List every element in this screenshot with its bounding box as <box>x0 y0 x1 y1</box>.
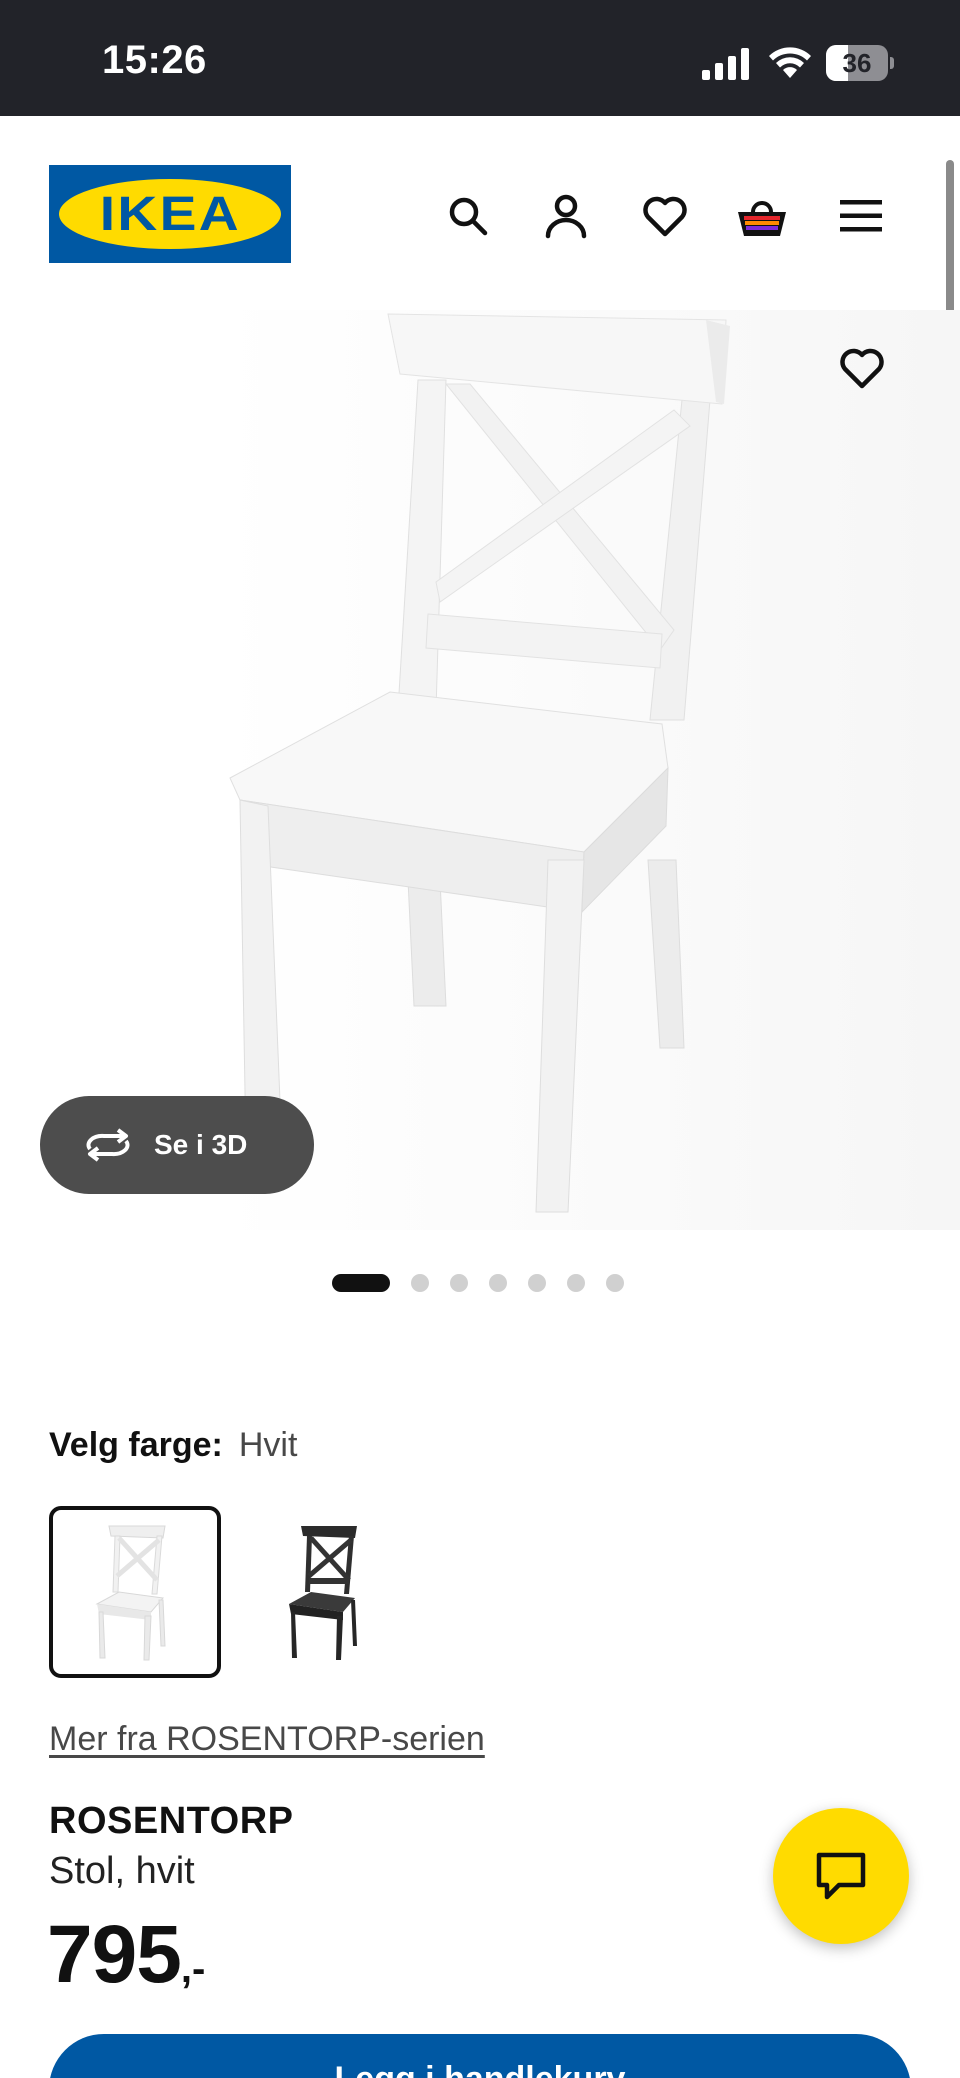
save-to-favorites-icon[interactable] <box>834 340 890 396</box>
product-image-gallery[interactable] <box>0 300 960 1230</box>
price-main: 795 <box>47 1909 182 2000</box>
gallery-dot[interactable] <box>332 1274 390 1292</box>
product-name: ROSENTORP <box>49 1800 294 1842</box>
status-bar: 15:26 36 <box>0 0 960 116</box>
account-icon[interactable] <box>538 188 594 244</box>
menu-icon[interactable] <box>833 188 889 244</box>
product-price: 795,- <box>47 1908 205 2002</box>
gallery-dot[interactable] <box>606 1274 624 1292</box>
series-link[interactable]: Mer fra ROSENTORP-serien <box>49 1720 485 1759</box>
cellular-signal-icon <box>702 48 749 80</box>
color-label: Velg farge: <box>49 1426 223 1464</box>
wifi-icon <box>769 47 811 78</box>
shopping-bag-icon[interactable] <box>734 188 790 244</box>
chat-icon <box>816 1852 866 1900</box>
price-suffix: ,- <box>180 1947 206 1991</box>
ikea-logo[interactable]: IKEA <box>49 165 291 263</box>
heart-icon[interactable] <box>637 188 693 244</box>
chat-button[interactable] <box>773 1808 909 1944</box>
gallery-dot[interactable] <box>411 1274 429 1292</box>
chair-image <box>220 310 960 1230</box>
black-chair-swatch[interactable] <box>241 1506 413 1678</box>
white-chair-thumbnail <box>95 1525 166 1661</box>
gallery-pagination[interactable] <box>332 1274 624 1292</box>
add-to-cart-button[interactable]: Legg i handlekurv <box>49 2034 911 2078</box>
gallery-dot[interactable] <box>450 1274 468 1292</box>
rotate-3d-icon <box>86 1128 130 1162</box>
product-description: Stol, hvit <box>49 1850 195 1892</box>
battery-level-text: 36 <box>842 48 872 78</box>
logo-oval: IKEA <box>59 179 281 249</box>
gallery-dot[interactable] <box>567 1274 585 1292</box>
status-time: 15:26 <box>102 38 207 82</box>
view-in-3d-label: Se i 3D <box>154 1129 248 1160</box>
site-header: IKEA <box>0 116 960 296</box>
battery-icon: 36 <box>826 45 894 81</box>
gallery-dot[interactable] <box>489 1274 507 1292</box>
view-in-3d-button[interactable]: Se i 3D <box>40 1096 314 1194</box>
color-selector: Velg farge: Hvit <box>49 1426 297 1465</box>
white-chair-swatch[interactable] <box>49 1506 221 1678</box>
gallery-dot[interactable] <box>528 1274 546 1292</box>
black-chair-thumbnail <box>289 1526 357 1660</box>
logo-text: IKEA <box>99 187 241 241</box>
search-icon[interactable] <box>440 188 496 244</box>
battery-tip <box>890 57 894 69</box>
color-value: Hvit <box>238 1426 298 1464</box>
